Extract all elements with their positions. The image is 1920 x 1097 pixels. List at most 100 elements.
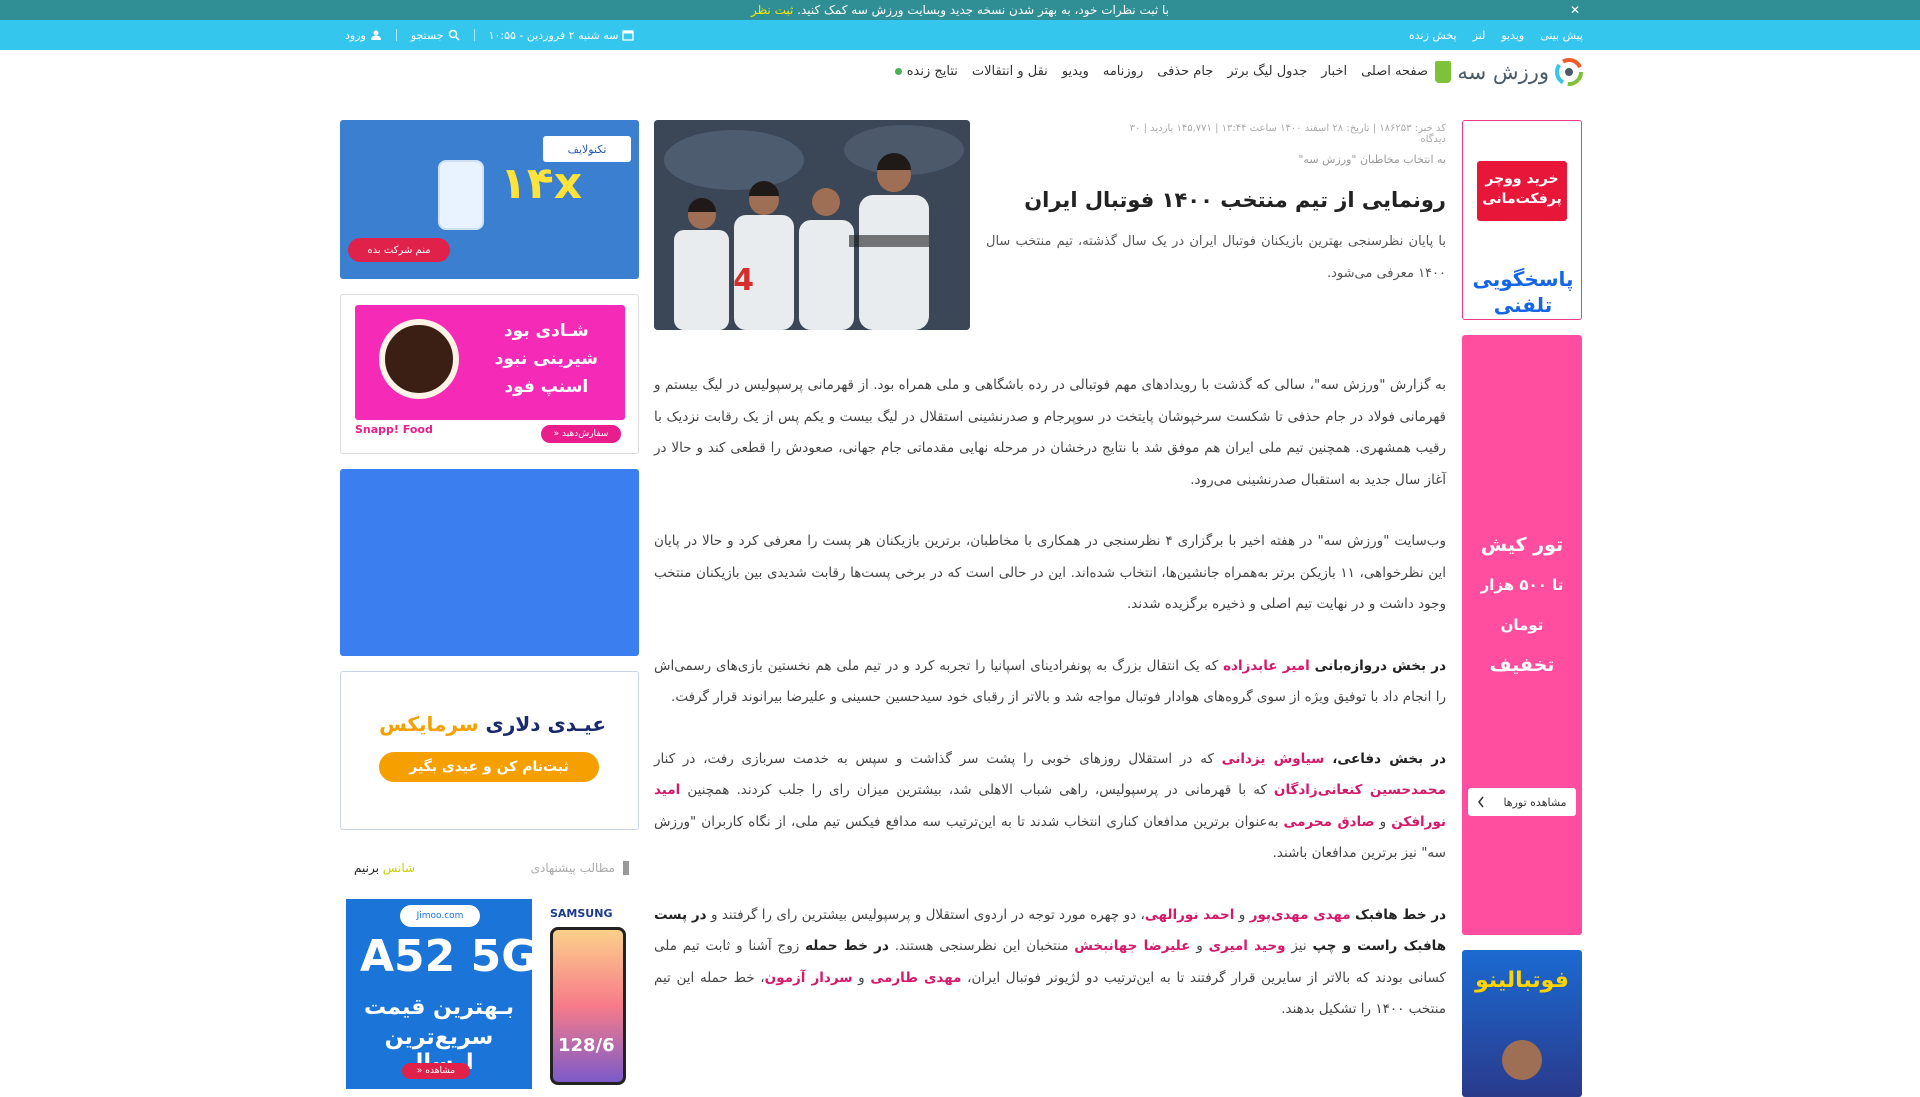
article-hero-image: 4 — [654, 120, 970, 330]
player-link[interactable]: سردار آزمون — [765, 970, 853, 986]
player-link[interactable]: وحید امیری — [1209, 938, 1286, 954]
ad-view-label: مشاهده « — [416, 1066, 456, 1076]
search-icon — [448, 29, 460, 41]
login-button[interactable]: ورود — [345, 29, 382, 42]
ad-headline: شـادی بود شیرینی نبود اسنپ فود — [495, 317, 598, 401]
nav-item-live-results[interactable]: نتایج زنده — [894, 64, 958, 79]
ad-footballino[interactable]: فوتبالینو — [1462, 950, 1582, 1097]
ad-brand-text: Jimoo.com — [416, 911, 464, 921]
player-link[interactable]: علیرضا جهانبخش — [1074, 938, 1190, 954]
article-source: به انتخاب مخاطبان "ورزش سه" — [1298, 153, 1446, 166]
player-link[interactable]: امیر عابدزاده — [1223, 658, 1310, 674]
ad-subline: پاسخگویی تلفنی — [1472, 267, 1574, 317]
divider — [473, 29, 475, 41]
notice-feedback-link[interactable]: ثبت نظر — [751, 3, 793, 17]
paragraph-text: ، دو چهره مورد توجه در اردوی استقلال و پ… — [710, 906, 1145, 923]
paragraph-text: و — [858, 969, 865, 986]
notice-text: با ثبت نظرات خود، به بهتر شدن نسخه جدید … — [797, 3, 1170, 17]
site-logo[interactable]: ورزش سه — [1435, 58, 1583, 86]
nav-item-newspaper[interactable]: روزنامه — [1103, 64, 1143, 79]
suggested-brand: شانس برنیم — [354, 861, 415, 875]
player-link[interactable]: مهدی طارمی — [870, 970, 961, 986]
ad-view-tours-button[interactable]: مشاهده تورها — [1468, 788, 1576, 816]
nav-item-cup[interactable]: جام حذفی — [1157, 64, 1213, 79]
ad-samsung-a52[interactable]: Jimoo.com A52 5G بـهترین قیمت سریع‌ترین … — [340, 895, 639, 1097]
ad-order-label: سفارش‌دهید « — [553, 429, 609, 439]
ad-order-button[interactable]: سفارش‌دهید « — [541, 425, 621, 443]
suggested-bar: مطالب پیشنهادی شانس برنیم — [340, 857, 639, 881]
brand-part: شانس — [382, 861, 416, 875]
top-bar: پیش بینی ویدیو لنز پخش زنده ورود جستجو س… — [0, 20, 1920, 50]
nav-menu: صفحه اصلی اخبار جدول لیگ برتر جام حذفی ر… — [894, 64, 1428, 79]
ad-perfect-money[interactable]: خرید ووچر پرفکت‌مانی پاسخگویی تلفنی — [1462, 120, 1582, 320]
notice-bar: با ثبت نظرات خود، به بهتر شدن نسخه جدید … — [0, 0, 1920, 20]
player-link[interactable]: احمد نورالهی — [1145, 907, 1235, 923]
ad-big-text: ۱۴x — [500, 158, 583, 209]
ad-line: تخفیف — [1489, 654, 1555, 676]
phone-image — [550, 927, 626, 1085]
search-button[interactable]: جستجو — [411, 29, 460, 42]
nav-item-live-label: نتایج زنده — [906, 64, 958, 79]
top-link-live[interactable]: پخش زنده — [1409, 29, 1457, 42]
suggested-label: مطالب پیشنهادی — [531, 861, 629, 875]
trophy-icon — [1435, 61, 1452, 83]
paragraph-text: و — [1379, 813, 1387, 830]
top-tools: ورود جستجو سه شنبه ۲ فروردین - ۱۰:۵۵ — [345, 20, 635, 50]
ad-kish-tour[interactable]: تور کیش تا ۵۰۰ هزار تومان تخفیف مشاهده ت… — [1462, 335, 1582, 935]
player-link[interactable]: مهدی مهدی‌پور — [1250, 907, 1351, 923]
ad-blank-blue[interactable] — [340, 469, 639, 656]
section-lead: در بخش دروازه‌بانی — [1314, 657, 1446, 674]
paragraph-text: و — [1196, 938, 1203, 954]
calendar-icon — [622, 30, 635, 41]
paragraph-text: که در استقلال روزهای خوبی را پشت سر گذاش… — [654, 750, 1214, 767]
phone-image — [438, 160, 484, 230]
paragraph: در بخش دروازه‌بانی امیر عابدزاده که یک ا… — [654, 651, 1446, 714]
brand-part: برنیم — [354, 861, 379, 875]
ad-headline: فوتبالینو — [1475, 968, 1569, 993]
ad-cta-button[interactable]: منم شرکت بده — [348, 238, 450, 262]
nav-item-home[interactable]: صفحه اصلی — [1361, 64, 1428, 79]
article-title: رونمایی از تیم منتخب ۱۴۰۰ فوتبال ایران — [1024, 188, 1446, 212]
nav-item-video[interactable]: ویدیو — [1062, 64, 1089, 79]
player-link[interactable]: محمدحسین کنعانی‌زادگان — [1274, 782, 1446, 798]
paragraph: در خط هافبک مهدی مهدی‌پور و احمد نورالهی… — [654, 900, 1446, 1026]
ad-view-button[interactable]: مشاهده « — [402, 1063, 470, 1079]
nav-item-league-table[interactable]: جدول لیگ برتر — [1227, 64, 1307, 79]
ad-model: A52 5G — [360, 931, 538, 982]
ad-brand: Snapp! Food — [355, 423, 433, 436]
paragraph-text: که با قهرمانی در پرسپولیس، راهی شباب الا… — [687, 782, 1267, 798]
section-lead: در خط هافبک — [1355, 906, 1447, 923]
close-icon: ✕ — [1569, 3, 1580, 17]
article-body: به گزارش "ورزش سه"، سالی که گذشت با روید… — [654, 370, 1446, 1056]
divider — [395, 29, 397, 41]
cake-image — [379, 319, 459, 399]
ad-snappfood[interactable]: شـادی بود شیرینی نبود اسنپ فود Snapp! Fo… — [340, 294, 639, 454]
top-link-lens[interactable]: لنز — [1473, 29, 1486, 42]
close-notice-button[interactable]: ✕ — [1570, 0, 1580, 20]
ad-signup-button[interactable]: ثبت‌نام کن و عیدی بگیر — [379, 752, 599, 782]
ad-technolife[interactable]: تکنولایف ۱۴x منم شرکت بده — [340, 120, 639, 279]
section-lead: در خط حمله — [805, 938, 889, 954]
ad-spec: 128/6 — [558, 1035, 615, 1056]
nav-item-news[interactable]: اخبار — [1321, 64, 1347, 79]
login-label: ورود — [345, 28, 366, 42]
logo-text: ورزش سه — [1457, 60, 1550, 84]
paragraph-text: نیز — [1291, 938, 1307, 954]
nav-item-transfers[interactable]: نقل و انتقالات — [972, 64, 1048, 79]
player-link[interactable]: سیاوش یزدانی — [1222, 751, 1325, 767]
paragraph-text: و — [1238, 906, 1246, 923]
ad-sarmayex[interactable]: عیـدی دلاری سرمایکس ثبت‌نام کن و عیدی بگ… — [340, 671, 639, 830]
ad-headline: تور کیش تا ۵۰۰ هزار تومان تخفیف — [1462, 525, 1582, 685]
ad-signup-label: ثبت‌نام کن و عیدی بگیر — [409, 759, 569, 775]
top-link-video[interactable]: ویدیو — [1501, 29, 1524, 42]
ad-line: بـهترین قیمت — [363, 995, 515, 1020]
ad-headline: خرید ووچر پرفکت‌مانی — [1482, 171, 1562, 207]
player-image — [1502, 1040, 1542, 1080]
top-link-predict[interactable]: پیش بینی — [1540, 29, 1583, 42]
date-text: سه شنبه ۲ فروردین - ۱۰:۵۵ — [488, 28, 619, 42]
player-link[interactable]: صادق محرمی — [1284, 814, 1375, 830]
players-photo: 4 — [654, 120, 970, 330]
search-label: جستجو — [410, 28, 444, 42]
section-lead: در بخش دفاعی، — [1332, 750, 1446, 767]
paragraph: در بخش دفاعی، سیاوش یزدانی که در استقلال… — [654, 744, 1446, 870]
